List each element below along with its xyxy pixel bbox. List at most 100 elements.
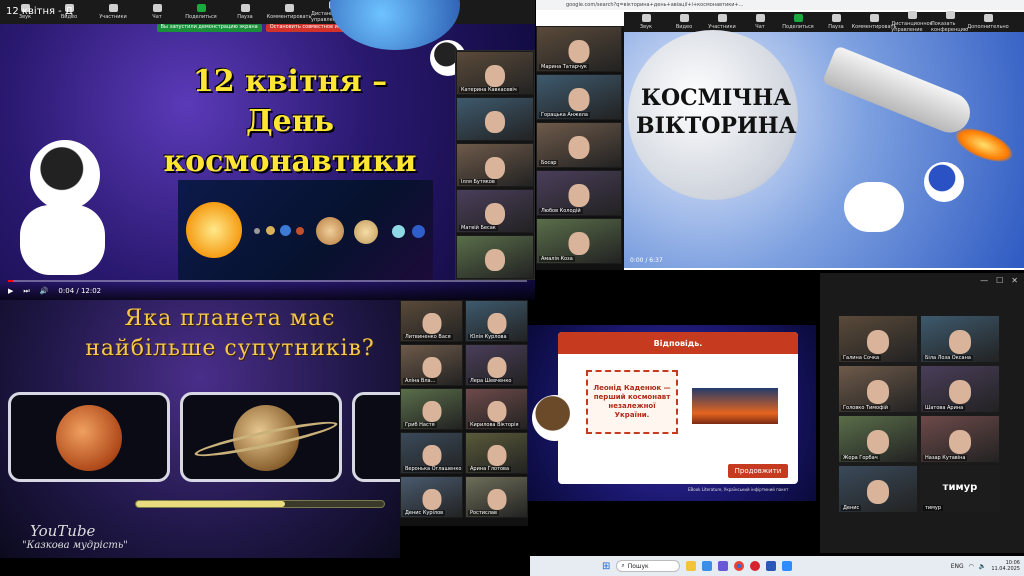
language-indicator[interactable]: ENG — [951, 563, 964, 570]
participant-video — [487, 489, 506, 510]
main-presentation-window: Звук Видео Участники Чат Поделиться Пауза Комм… — [0, 0, 535, 300]
participant-tile[interactable]: Марина Татарчук — [536, 26, 622, 72]
play-icon[interactable]: ▶ — [8, 287, 13, 295]
participant-tile[interactable]: Шатова Арина — [920, 365, 1000, 413]
volume-icon[interactable]: 🔊 — [40, 287, 49, 295]
quiz-title-line: КОСМІЧНА — [640, 85, 792, 111]
maximize-icon[interactable]: ☐ — [996, 276, 1003, 285]
participant-tile[interactable]: Амалія Коза — [536, 218, 622, 264]
participant-video — [485, 64, 505, 87]
participant-name: Назар Кутавіна — [923, 455, 968, 461]
answer-card-saturn[interactable] — [180, 392, 342, 482]
toolbar-pause-button[interactable]: Пауза — [223, 4, 267, 20]
participant-name: тимур — [923, 505, 944, 511]
toolbar-monitor-button[interactable]: Показать конференцию — [931, 11, 969, 33]
share-icon — [793, 14, 803, 22]
toolbar-share-button[interactable]: Поделиться — [179, 4, 223, 20]
participant-tile[interactable]: Босар — [536, 122, 622, 168]
answer-card-third[interactable] — [352, 392, 400, 482]
browser-icon[interactable] — [702, 561, 713, 571]
continue-button[interactable]: Продовжити — [728, 464, 788, 478]
participant-video — [422, 401, 441, 422]
explorer-icon[interactable] — [686, 561, 697, 571]
wifi-icon[interactable]: ◠ — [969, 563, 974, 570]
toolbar-microphone-button[interactable]: Звук — [627, 14, 665, 30]
participant-tile[interactable]: Кирилова Вікторія — [465, 388, 528, 430]
toolbar-chat-button[interactable]: Чат — [135, 4, 179, 20]
participant-tile[interactable] — [456, 235, 534, 279]
toolbar-pencil-button[interactable]: Комментировать — [267, 4, 311, 20]
minimize-icon[interactable]: — — [980, 276, 988, 285]
participant-tile[interactable] — [456, 97, 534, 141]
browser-url[interactable]: google.com/search?q=вікторина+день+авіац… — [536, 0, 1024, 10]
opera-icon[interactable] — [750, 561, 761, 571]
toolbar-pause-button[interactable]: Пауза — [817, 14, 855, 30]
question-line: Яка планета має — [124, 306, 336, 331]
participant-video — [568, 184, 590, 208]
toolbar-label: Видео — [675, 24, 693, 30]
bear-astronaut — [532, 395, 578, 441]
participant-video — [487, 445, 506, 466]
planet — [316, 217, 344, 245]
participant-tile[interactable]: Головко Тимофій — [838, 365, 918, 413]
gallery-grid: Галина Сочка Біла Лоза Оксана Головко Тимо… — [838, 315, 1020, 553]
participant-tile[interactable]: Денис Курілов — [400, 476, 463, 518]
participant-avatar-name: тимур — [942, 482, 978, 493]
answer-card-mars[interactable] — [8, 392, 170, 482]
participant-tile[interactable]: Ілля Бутяков — [456, 143, 534, 187]
participant-tile[interactable]: Назар Кутавіна — [920, 415, 1000, 463]
answer-dialog: Відповідь. Леонід Каденюк — перший космо… — [558, 332, 798, 484]
video-time: 0:04 / 12:02 — [58, 287, 102, 295]
toolbar-label: Звук — [639, 24, 653, 30]
participant-name: Аліна Вла... — [403, 378, 438, 384]
participant-tile[interactable]: Аліна Вла... — [400, 344, 463, 386]
chrome-icon[interactable] — [734, 561, 745, 571]
answer-timer-bar — [135, 500, 385, 508]
zoom-icon[interactable] — [782, 561, 793, 571]
answer-slide: Відповідь. Леонід Каденюк — перший космо… — [528, 325, 816, 501]
close-icon[interactable]: ✕ — [1011, 276, 1018, 285]
toolbar-mouse-button[interactable]: Дистанционное управление — [891, 11, 933, 33]
participant-tile[interactable]: Лера Шевченко — [465, 344, 528, 386]
start-icon[interactable]: ⊞ — [602, 561, 610, 572]
participant-video — [867, 429, 889, 454]
toolbar-more-button[interactable]: Дополнительно — [967, 14, 1009, 30]
toolbar-pencil-button[interactable]: Комментировать — [852, 14, 896, 30]
participant-gallery: — ☐ ✕ Галина Сочка Біла Лоза Оксана Головк… — [820, 273, 1024, 553]
participant-tile[interactable]: Жора Горбач — [838, 415, 918, 463]
taskbar-search[interactable]: ⌕ Пошук — [616, 560, 681, 572]
participant-tile[interactable]: Матвій Бесак — [456, 189, 534, 233]
store-icon[interactable] — [718, 561, 729, 571]
volume-icon[interactable]: 🔈 — [979, 563, 986, 570]
toolbar-people-button[interactable]: Участники — [703, 14, 741, 30]
participant-tile[interactable]: Денис — [838, 465, 918, 513]
participant-tile[interactable]: Біла Лоза Оксана — [920, 315, 1000, 363]
participant-tile[interactable]: Гриб Настя — [400, 388, 463, 430]
participant-tile[interactable]: Катерина Кавкасевіч — [456, 51, 534, 95]
participant-video — [867, 329, 889, 354]
participant-tile[interactable]: Литвиненко Вася — [400, 300, 463, 342]
participant-video — [568, 232, 590, 256]
participant-name: Кирилова Вікторія — [468, 422, 521, 428]
participant-tile[interactable]: тимур тимур — [920, 465, 1000, 513]
toolbar-camera-button[interactable]: Видео — [665, 14, 703, 30]
share-banner: Вы запустили демонстрацию экрана Останов… — [0, 24, 535, 32]
toolbar-people-button[interactable]: Участники — [91, 4, 135, 20]
microphone-icon — [641, 14, 651, 22]
participant-tile[interactable]: Ростислав — [465, 476, 528, 518]
planet — [254, 228, 260, 234]
clock[interactable]: 10:06 11.04.2025 — [991, 560, 1020, 572]
participant-tile[interactable]: Горацька Анжела — [536, 74, 622, 120]
toolbar-share-button[interactable]: Поделиться — [779, 14, 817, 30]
participant-tile[interactable]: Юлія Курлова — [465, 300, 528, 342]
participant-tile[interactable]: Любов Колодій — [536, 170, 622, 216]
toolbar-chat-button[interactable]: Чат — [741, 14, 779, 30]
participant-tile[interactable]: Галина Сочка — [838, 315, 918, 363]
word-icon[interactable] — [766, 561, 777, 571]
next-icon[interactable]: ⏭ — [23, 287, 29, 296]
toolbar-label: Поделиться — [185, 14, 217, 20]
toolbar-label: Поделиться — [782, 24, 814, 30]
participant-tile[interactable]: Арина Глотова — [465, 432, 528, 474]
planet — [266, 226, 275, 235]
participant-tile[interactable]: Веронька Оглашенко — [400, 432, 463, 474]
